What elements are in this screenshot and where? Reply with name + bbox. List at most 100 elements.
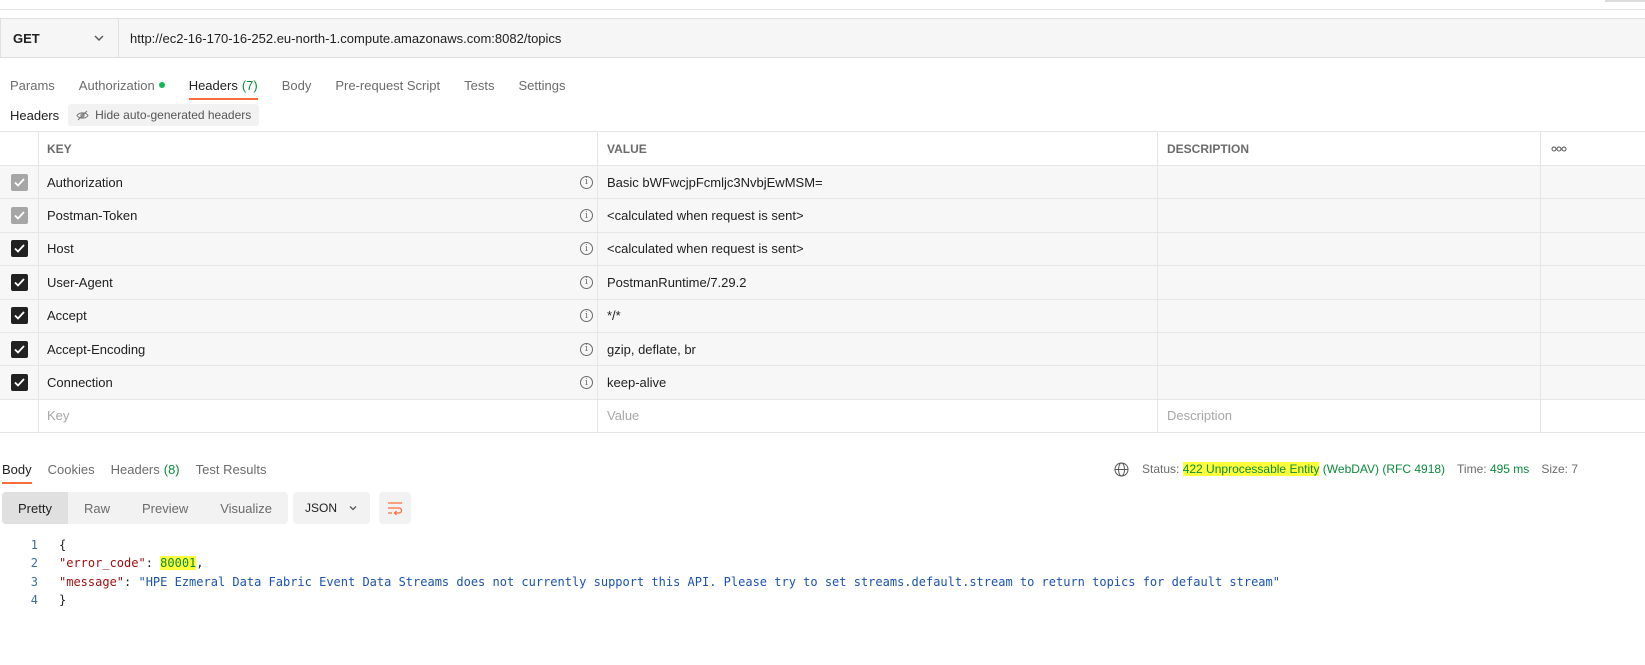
tab-label: Params: [10, 77, 55, 93]
url-input[interactable]: http://ec2-16-170-16-252.eu-north-1.comp…: [119, 19, 1645, 57]
header-key[interactable]: Accept-Encoding: [47, 342, 145, 357]
status-code[interactable]: 422 Unprocessable Entity: [1182, 462, 1320, 476]
header-description[interactable]: [1158, 199, 1541, 232]
tab-headers[interactable]: Headers (7): [188, 72, 258, 100]
hide-auto-headers-label: Hide auto-generated headers: [95, 108, 252, 122]
table-row: Authorization i Basic bWFwcjpFcmljc3NvbjE…: [0, 166, 1645, 200]
header-value[interactable]: gzip, deflate, br: [598, 332, 1158, 366]
close-brace: }: [59, 593, 67, 608]
header-key[interactable]: Authorization: [47, 175, 123, 190]
view-raw-button[interactable]: Raw: [68, 492, 126, 524]
new-description-input[interactable]: Description: [1167, 408, 1232, 423]
tab-count: (7): [241, 77, 258, 93]
method-select[interactable]: GET: [1, 19, 119, 57]
json-value-message: "HPE Ezmeral Data Fabric Event Data Stre…: [138, 574, 1280, 589]
tab-label: Body: [2, 461, 32, 477]
info-icon[interactable]: i: [580, 175, 593, 189]
row-checkbox[interactable]: [10, 340, 28, 358]
globe-icon[interactable]: [1114, 462, 1129, 477]
row-checkbox[interactable]: [10, 307, 28, 325]
info-icon[interactable]: i: [580, 209, 593, 223]
checkbox-column-header: [0, 132, 39, 165]
header-value[interactable]: <calculated when request is sent>: [598, 199, 1158, 232]
row-checkbox[interactable]: [10, 240, 28, 258]
top-edge-marker: [1605, 0, 1645, 2]
table-row: Accept-Encoding i gzip, deflate, br: [0, 332, 1645, 367]
info-icon[interactable]: i: [580, 309, 593, 323]
view-preview-button[interactable]: Preview: [126, 492, 204, 524]
time-value[interactable]: 495 ms: [1490, 462, 1529, 476]
header-description[interactable]: [1158, 332, 1541, 366]
wrap-lines-button[interactable]: [379, 492, 411, 524]
response-tab-body[interactable]: Body: [2, 459, 32, 484]
response-tab-test-results[interactable]: Test Results: [196, 459, 267, 479]
response-tab-cookies[interactable]: Cookies: [48, 459, 95, 479]
headers-subbar: Headers Hide auto-generated headers: [10, 104, 260, 126]
tab-count: (8): [163, 461, 180, 477]
row-checkbox[interactable]: [10, 374, 28, 392]
check-icon: [13, 345, 25, 354]
info-icon[interactable]: i: [580, 342, 593, 356]
response-body-code[interactable]: 1{ 2 "error_code": 80001, 3 "message": "…: [0, 536, 1280, 609]
tab-authorization[interactable]: Authorization: [79, 72, 165, 98]
tab-label: Headers: [110, 461, 160, 477]
hide-auto-headers-button[interactable]: Hide auto-generated headers: [68, 104, 260, 126]
headers-table: KEY VALUE DESCRIPTION Authorization i Bas…: [0, 131, 1645, 434]
header-value[interactable]: <calculated when request is sent>: [598, 232, 1158, 266]
header-value[interactable]: PostmanRuntime/7.29.2: [598, 266, 1158, 299]
json-value-error-code: 80001: [160, 556, 197, 571]
tab-body[interactable]: Body: [282, 72, 312, 98]
table-row: User-Agent i PostmanRuntime/7.29.2: [0, 266, 1645, 300]
code-line: 3 "message": "HPE Ezmeral Data Fabric Ev…: [0, 573, 1280, 591]
request-bar: GET http://ec2-16-170-16-252.eu-north-1.…: [0, 18, 1645, 58]
more-horizontal-icon: [1551, 146, 1567, 151]
header-description[interactable]: [1158, 232, 1541, 266]
row-checkbox[interactable]: [10, 273, 28, 291]
header-value[interactable]: keep-alive: [598, 366, 1158, 399]
row-checkbox[interactable]: [10, 173, 28, 191]
tab-label: Pre-request Script: [335, 77, 441, 93]
size-label[interactable]: Size: 7: [1541, 462, 1578, 476]
method-label: GET: [13, 30, 40, 46]
header-value[interactable]: Basic bWFwcjpFcmljc3NvbjEwMSM=: [598, 166, 1158, 199]
status-extra: (WebDAV) (RFC 4918): [1322, 462, 1446, 476]
info-icon[interactable]: i: [580, 275, 593, 289]
tab-params[interactable]: Params: [10, 72, 55, 98]
view-pretty-button[interactable]: Pretty: [2, 492, 68, 524]
response-tab-headers[interactable]: Headers (8): [111, 459, 180, 479]
header-description[interactable]: [1158, 299, 1541, 332]
format-select[interactable]: JSON: [293, 492, 370, 524]
header-description[interactable]: [1158, 166, 1541, 199]
headers-label: Headers: [10, 107, 60, 123]
tab-tests[interactable]: Tests: [464, 72, 494, 98]
more-options-button[interactable]: [1541, 132, 1645, 165]
header-key[interactable]: Connection: [47, 375, 113, 390]
tab-settings[interactable]: Settings: [518, 72, 565, 98]
header-key[interactable]: Host: [47, 241, 74, 256]
info-icon[interactable]: i: [580, 376, 593, 390]
info-icon[interactable]: i: [580, 242, 593, 256]
header-description[interactable]: [1158, 266, 1541, 299]
row-checkbox[interactable]: [10, 207, 28, 225]
view-mode-group: Pretty Raw Preview Visualize: [2, 492, 289, 524]
line-number: 2: [30, 556, 38, 571]
tab-pre-request-script[interactable]: Pre-request Script: [335, 72, 440, 98]
top-divider: [0, 9, 1645, 10]
tab-label: Settings: [518, 77, 566, 93]
key-column-header: KEY: [39, 132, 598, 165]
header-value[interactable]: */*: [598, 299, 1158, 332]
header-description[interactable]: [1158, 366, 1541, 399]
eye-off-icon: [76, 110, 89, 120]
header-key[interactable]: User-Agent: [47, 275, 113, 290]
line-number: 1: [30, 538, 38, 553]
new-header-row: Key Value Description: [0, 399, 1645, 434]
view-visualize-button[interactable]: Visualize: [204, 492, 288, 524]
check-icon: [13, 178, 25, 187]
status-dot-icon: [158, 82, 165, 88]
new-value-input[interactable]: Value: [607, 408, 639, 423]
header-key[interactable]: Postman-Token: [47, 208, 137, 223]
tab-label: Authorization: [78, 77, 155, 93]
new-key-input[interactable]: Key: [47, 408, 69, 423]
header-key[interactable]: Accept: [47, 308, 87, 323]
table-header-row: KEY VALUE DESCRIPTION: [0, 132, 1645, 166]
